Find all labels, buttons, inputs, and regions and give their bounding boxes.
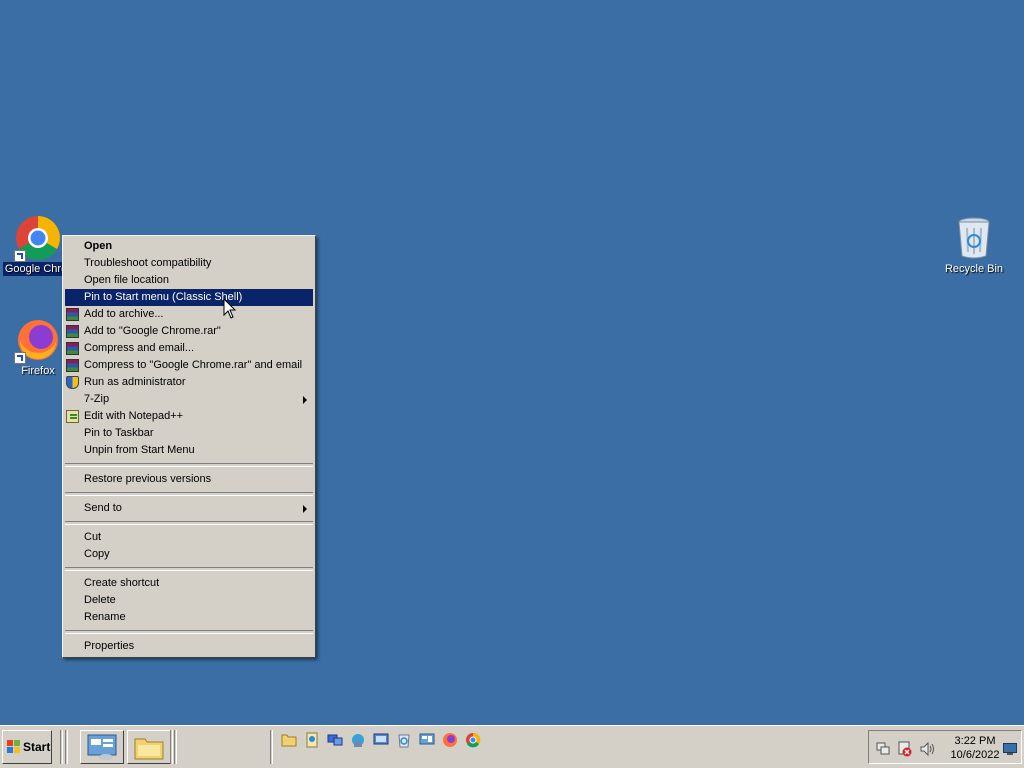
desktop-icon-label: Google Chro bbox=[2, 262, 70, 276]
winrar-icon bbox=[66, 359, 79, 372]
menu-item-label: Send to bbox=[84, 502, 122, 514]
desktop-icon-recycle-bin[interactable]: Recycle Bin bbox=[936, 214, 1012, 276]
menu-item-rename[interactable]: Rename bbox=[63, 609, 315, 626]
menu-item-properties[interactable]: Properties bbox=[63, 638, 315, 655]
menu-separator bbox=[65, 463, 313, 467]
menu-item-label: Open file location bbox=[84, 274, 169, 286]
menu-item-label: Run as administrator bbox=[84, 376, 186, 388]
recycle-icon[interactable] bbox=[396, 732, 412, 748]
firefox-icon[interactable] bbox=[442, 732, 458, 748]
menu-item-pin-to-taskbar[interactable]: Pin to Taskbar bbox=[63, 425, 315, 442]
taskbar: Start 3:22 PM 10/6/2022 bbox=[0, 725, 1024, 768]
menu-item-label: Pin to Taskbar bbox=[84, 427, 154, 439]
menu-item-send-to[interactable]: Send to bbox=[63, 500, 315, 517]
taskbar-button-server-manager[interactable] bbox=[80, 730, 124, 764]
menu-item-label: 7-Zip bbox=[84, 393, 110, 405]
network-tray-icon[interactable] bbox=[875, 741, 891, 757]
chrome-icon[interactable] bbox=[465, 732, 481, 748]
menu-item-create-shortcut[interactable]: Create shortcut bbox=[63, 575, 315, 592]
computer-management-icon[interactable] bbox=[373, 732, 389, 748]
menu-item-compress-to-rar-and-email[interactable]: Compress to "Google Chrome.rar" and emai… bbox=[63, 357, 315, 374]
submenu-arrow-icon bbox=[303, 505, 307, 513]
menu-item-label: Open bbox=[84, 240, 113, 252]
menu-item-add-to-rar[interactable]: Add to "Google Chrome.rar" bbox=[63, 323, 315, 340]
firefox-icon bbox=[14, 316, 62, 364]
recycle-bin-icon bbox=[950, 214, 998, 262]
menu-item-open-file-location[interactable]: Open file location bbox=[63, 272, 315, 289]
menu-item-restore-previous-versions[interactable]: Restore previous versions bbox=[63, 471, 315, 488]
server-manager-icon[interactable] bbox=[419, 732, 435, 748]
submenu-arrow-icon bbox=[303, 396, 307, 404]
server-manager-icon bbox=[87, 734, 117, 760]
shortcut-arrow-icon bbox=[14, 250, 26, 262]
taskbar-button-explorer[interactable] bbox=[127, 730, 171, 764]
taskbar-grip[interactable] bbox=[65, 730, 68, 764]
desktop-icon-label: Recycle Bin bbox=[944, 263, 1004, 275]
winrar-icon bbox=[66, 308, 79, 321]
taskbar-grip[interactable] bbox=[270, 730, 273, 764]
menu-item-label: Edit with Notepad++ bbox=[84, 410, 184, 422]
documents-icon[interactable] bbox=[304, 732, 320, 748]
menu-item-run-as-administrator[interactable]: Run as administrator bbox=[63, 374, 315, 391]
menu-item-label: Create shortcut bbox=[84, 577, 160, 589]
menu-item-label: Copy bbox=[84, 548, 110, 560]
clock-date: 10/6/2022 bbox=[950, 749, 1000, 761]
network-icon[interactable] bbox=[327, 732, 343, 748]
taskbar-grip[interactable] bbox=[170, 730, 173, 764]
mouse-cursor-icon bbox=[223, 298, 237, 319]
menu-item-label: Delete bbox=[84, 594, 116, 606]
volume-icon[interactable] bbox=[919, 741, 935, 757]
menu-separator bbox=[65, 567, 313, 571]
menu-item-pin-to-start-menu[interactable]: Pin to Start menu (Classic Shell) bbox=[65, 289, 313, 306]
menu-item-troubleshoot-compatibility[interactable]: Troubleshoot compatibility bbox=[63, 255, 315, 272]
start-button[interactable]: Start bbox=[2, 730, 52, 764]
menu-item-label: Cut bbox=[84, 531, 102, 543]
shortcut-arrow-icon bbox=[14, 352, 26, 364]
chrome-icon bbox=[14, 214, 62, 262]
menu-item-label: Add to "Google Chrome.rar" bbox=[84, 325, 221, 337]
winrar-icon bbox=[66, 342, 79, 355]
menu-item-unpin-from-start-menu[interactable]: Unpin from Start Menu bbox=[63, 442, 315, 459]
windows-flag-icon bbox=[7, 740, 20, 753]
menu-item-compress-and-email[interactable]: Compress and email... bbox=[63, 340, 315, 357]
menu-item-label: Troubleshoot compatibility bbox=[84, 257, 212, 269]
clock[interactable]: 3:22 PM 10/6/2022 bbox=[947, 734, 1003, 762]
menu-item-label: Compress to "Google Chrome.rar" and emai… bbox=[84, 359, 303, 371]
taskbar-grip[interactable] bbox=[174, 730, 177, 764]
menu-item-label: Rename bbox=[84, 611, 126, 623]
menu-item-copy[interactable]: Copy bbox=[63, 546, 315, 563]
security-alert-icon[interactable] bbox=[897, 741, 913, 757]
notepadpp-icon bbox=[66, 410, 79, 423]
uac-shield-icon bbox=[66, 376, 79, 389]
show-desktop-icon[interactable] bbox=[1003, 743, 1017, 755]
menu-item-label: Properties bbox=[84, 640, 135, 652]
menu-item-cut[interactable]: Cut bbox=[63, 529, 315, 546]
network-connections-icon[interactable] bbox=[350, 732, 366, 748]
folder-icon[interactable] bbox=[281, 732, 297, 748]
menu-separator bbox=[65, 521, 313, 525]
menu-item-label: Unpin from Start Menu bbox=[84, 444, 195, 456]
menu-item-label: Add to archive... bbox=[84, 308, 164, 320]
menu-item-open[interactable]: Open bbox=[63, 238, 315, 255]
taskbar-grip[interactable] bbox=[60, 730, 63, 764]
menu-item-add-to-archive[interactable]: Add to archive... bbox=[63, 306, 315, 323]
menu-separator bbox=[65, 630, 313, 634]
clock-time: 3:22 PM bbox=[954, 735, 996, 747]
menu-separator bbox=[65, 492, 313, 496]
winrar-icon bbox=[66, 325, 79, 338]
menu-item-edit-with-notepadpp[interactable]: Edit with Notepad++ bbox=[63, 408, 315, 425]
menu-item-label: Restore previous versions bbox=[84, 473, 212, 485]
folder-icon bbox=[134, 738, 164, 760]
menu-item-label: Compress and email... bbox=[84, 342, 195, 354]
menu-item-delete[interactable]: Delete bbox=[63, 592, 315, 609]
system-tray: 3:22 PM 10/6/2022 bbox=[868, 730, 1022, 764]
context-menu: Open Troubleshoot compatibility Open fil… bbox=[62, 235, 316, 658]
start-label: Start bbox=[23, 740, 51, 754]
menu-item-label: Pin to Start menu (Classic Shell) bbox=[84, 291, 243, 303]
desktop-icon-label: Firefox bbox=[21, 365, 55, 377]
menu-item-7zip[interactable]: 7-Zip bbox=[63, 391, 315, 408]
